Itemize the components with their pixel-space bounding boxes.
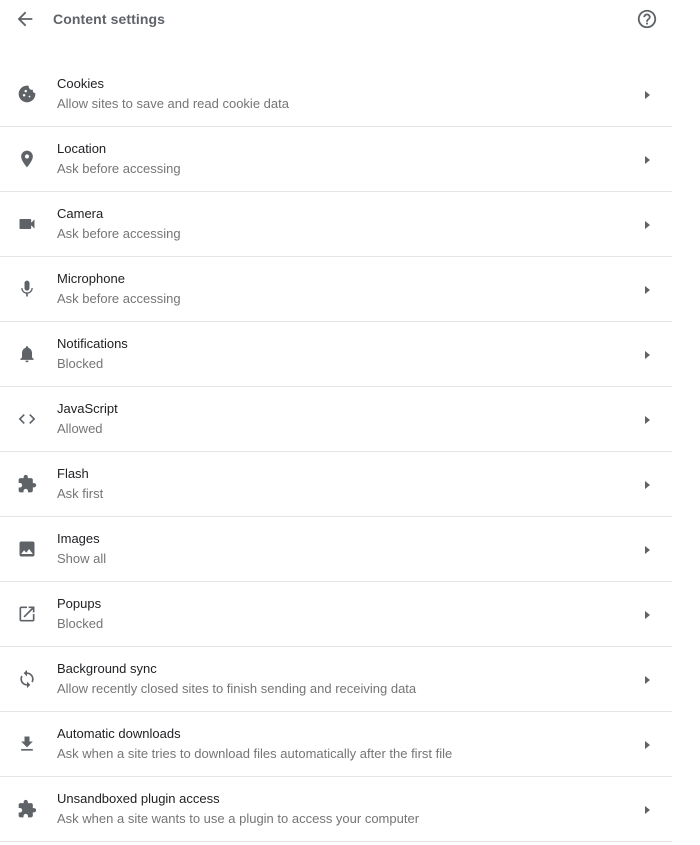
settings-row-label: Cookies [57,76,104,91]
settings-row-sublabel: Ask first [57,486,104,501]
settings-row-microphone[interactable]: Microphone Ask before accessing [0,257,672,322]
settings-row-flash[interactable]: Flash Ask first [0,452,672,517]
settings-row-sublabel: Ask before accessing [57,161,181,176]
settings-row-text: Automatic downloads Ask when a site tries… [57,726,612,762]
settings-row-automatic-downloads[interactable]: Automatic downloads Ask when a site tries… [0,712,672,777]
content-settings-page: Content settings Cookies Allow sites to s… [0,0,672,845]
settings-row-label: Location [57,141,107,156]
page-title: Content settings [53,11,166,27]
settings-row-text: Cookies Allow sites to save and read cook… [57,76,612,112]
help-button[interactable] [636,8,658,30]
settings-row-text: Flash Ask first [57,466,612,502]
settings-row-javascript[interactable]: JavaScript Allowed [0,387,672,452]
settings-row-label: Unsandboxed plugin access [57,791,220,806]
puzzle-piece-icon [17,799,37,819]
cookie-icon [17,84,37,104]
puzzle-piece-icon [17,474,37,494]
settings-row-sublabel: Blocked [57,616,104,631]
settings-row-label: Images [57,531,100,546]
microphone-icon [17,279,37,299]
image-icon [17,539,37,559]
arrow-right-icon [641,219,653,231]
settings-row-camera[interactable]: Camera Ask before accessing [0,192,672,257]
page-header: Content settings [0,0,672,62]
settings-row-sublabel: Ask before accessing [57,291,181,306]
settings-row-text: Background sync Allow recently closed sit… [57,661,612,697]
arrow-right-icon [641,414,653,426]
settings-row-unsandboxed-plugin-access[interactable]: Unsandboxed plugin access Ask when a site… [0,777,672,842]
settings-row-label: JavaScript [57,401,118,416]
camera-icon [17,214,37,234]
settings-row-sublabel: Blocked [57,356,104,371]
settings-row-notifications[interactable]: Notifications Blocked [0,322,672,387]
arrow-right-icon [641,154,653,166]
sync-icon [17,669,37,689]
settings-row-label: Flash [57,466,89,481]
arrow-right-icon [641,609,653,621]
settings-row-sublabel: Ask when a site tries to download files … [57,746,453,761]
arrow-back-icon [17,11,33,27]
settings-row-text: Unsandboxed plugin access Ask when a site… [57,791,612,827]
arrow-right-icon [641,739,653,751]
location-pin-icon [17,149,37,169]
arrow-right-icon [641,804,653,816]
settings-row-images[interactable]: Images Show all [0,517,672,582]
arrow-right-icon [641,349,653,361]
help-circle-icon [637,9,657,29]
settings-row-background-sync[interactable]: Background sync Allow recently closed sit… [0,647,672,712]
settings-row-sublabel: Allow recently closed sites to finish se… [57,681,417,696]
open-in-new-icon [17,604,37,624]
settings-row-text: Notifications Blocked [57,336,612,372]
bell-icon [17,344,37,364]
settings-list: Cookies Allow sites to save and read cook… [0,62,672,842]
settings-row-text: Microphone Ask before accessing [57,271,612,307]
settings-row-text: Images Show all [57,531,612,567]
settings-row-text: Popups Blocked [57,596,612,632]
arrow-right-icon [641,544,653,556]
download-icon [17,734,37,754]
settings-row-label: Microphone [57,271,125,286]
settings-row-cookies[interactable]: Cookies Allow sites to save and read cook… [0,62,672,127]
back-button[interactable] [14,8,36,30]
code-icon [17,409,37,429]
settings-row-label: Notifications [57,336,128,351]
settings-row-sublabel: Allow sites to save and read cookie data [57,96,289,111]
settings-row-text: Camera Ask before accessing [57,206,612,242]
settings-row-label: Automatic downloads [57,726,181,741]
arrow-right-icon [641,89,653,101]
settings-row-text: Location Ask before accessing [57,141,612,177]
settings-row-label: Popups [57,596,102,611]
settings-row-sublabel: Allowed [57,421,103,436]
settings-row-sublabel: Ask when a site wants to use a plugin to… [57,811,420,826]
arrow-right-icon [641,479,653,491]
settings-row-location[interactable]: Location Ask before accessing [0,127,672,192]
arrow-right-icon [641,284,653,296]
settings-row-label: Background sync [57,661,157,676]
settings-row-sublabel: Ask before accessing [57,226,181,241]
settings-row-text: JavaScript Allowed [57,401,612,437]
settings-row-popups[interactable]: Popups Blocked [0,582,672,647]
settings-row-sublabel: Show all [57,551,107,566]
arrow-right-icon [641,674,653,686]
settings-row-label: Camera [57,206,104,221]
